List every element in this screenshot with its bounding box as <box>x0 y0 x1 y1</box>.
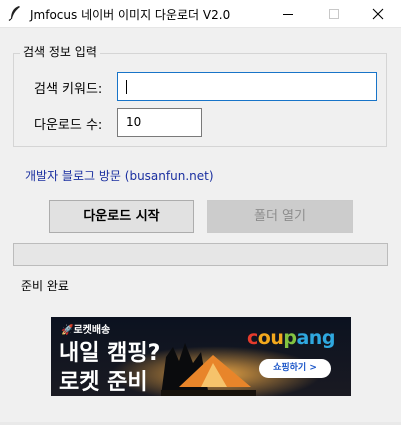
shop-now-button[interactable]: 쇼핑하기 > <box>259 359 331 378</box>
banner-headline-2: 로켓 준비 <box>59 370 148 395</box>
open-folder-button[interactable]: 폴더 열기 <box>207 200 353 233</box>
logo-letter: g <box>321 327 336 349</box>
minimize-button[interactable] <box>265 0 311 27</box>
coupang-logo: coupang <box>247 327 335 349</box>
search-group-legend: 검색 정보 입력 <box>20 43 100 60</box>
window-title: Jmfocus 네이버 이미지 다운로더 V2.0 <box>30 8 231 22</box>
download-progress-bar <box>13 243 388 266</box>
keyword-input[interactable] <box>117 72 377 101</box>
logo-letter: c <box>247 327 258 349</box>
banner-headline-1: 내일 캠핑? <box>59 341 161 366</box>
download-count-input[interactable]: 10 <box>117 108 202 137</box>
maximize-button[interactable] <box>311 0 357 27</box>
status-text: 준비 완료 <box>21 279 69 293</box>
text-caret <box>126 80 127 94</box>
logo-letter: a <box>296 327 309 349</box>
logo-letter: n <box>308 327 323 349</box>
download-count-label: 다운로드 수: <box>34 118 103 133</box>
title-bar: Jmfocus 네이버 이미지 다운로더 V2.0 <box>0 0 401 28</box>
logo-letter: o <box>257 327 271 349</box>
coupang-ad-banner[interactable]: 🚀로켓배송 내일 캠핑? 로켓 준비 coupang 쇼핑하기 > <box>51 317 351 396</box>
feather-app-icon <box>8 6 20 21</box>
close-icon <box>372 8 384 20</box>
logo-letter: p <box>283 327 297 349</box>
close-button[interactable] <box>355 0 401 27</box>
start-download-button[interactable]: 다운로드 시작 <box>49 200 194 233</box>
logo-letter: u <box>270 327 284 349</box>
banner-tagline: 🚀로켓배송 <box>61 325 111 336</box>
developer-blog-link[interactable]: 개발자 블로그 방문 (busanfun.net) <box>25 167 214 184</box>
keyword-label: 검색 키워드: <box>34 82 103 97</box>
minimize-icon <box>283 14 293 15</box>
maximize-icon <box>329 9 339 19</box>
